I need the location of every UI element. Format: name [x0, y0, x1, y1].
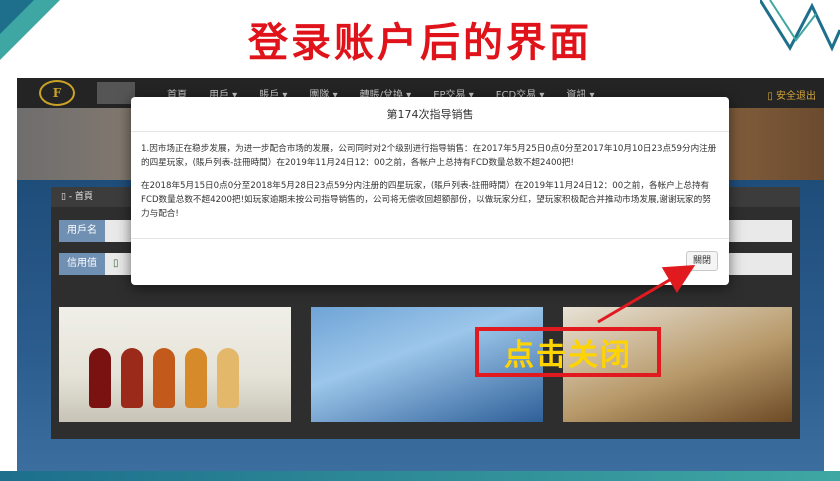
username-label: 用戶名 — [59, 220, 105, 242]
annotation-callout: 点击关闭 — [475, 327, 661, 377]
brand-logo[interactable]: F — [39, 80, 75, 106]
sales-guidance-modal: 第174次指导销售 1.因市场正在稳步发展，为进一步配合市场的发展，公司同时对2… — [131, 97, 729, 285]
modal-title: 第174次指导销售 — [131, 97, 729, 132]
modal-paragraph-1: 1.因市场正在稳步发展，为进一步配合市场的发展，公司同时对2个级别进行指导销售：… — [141, 144, 717, 168]
pawn-shape — [121, 348, 143, 408]
modal-divider — [131, 238, 729, 239]
pawn-shape — [217, 348, 239, 408]
pawn-shape — [153, 348, 175, 408]
pawn-shape — [89, 348, 111, 408]
slide-title: 登录账户后的界面 — [248, 19, 592, 66]
credit-value: ▯ — [113, 258, 119, 269]
credit-label: 信用值 — [59, 253, 105, 275]
pawns-image — [59, 307, 291, 422]
modal-paragraph-2: 在2018年5月15日0点0分至2018年5月28日23点59分内注册的四星玩家… — [141, 181, 711, 219]
annotation-text: 点击关闭 — [504, 338, 632, 373]
pawn-shape — [185, 348, 207, 408]
close-button[interactable]: 關閉 — [686, 251, 718, 271]
logout-link[interactable]: ▯ 安全退出 — [767, 87, 816, 102]
slide-bottom-bar — [0, 471, 840, 481]
blurred-username — [97, 82, 135, 104]
